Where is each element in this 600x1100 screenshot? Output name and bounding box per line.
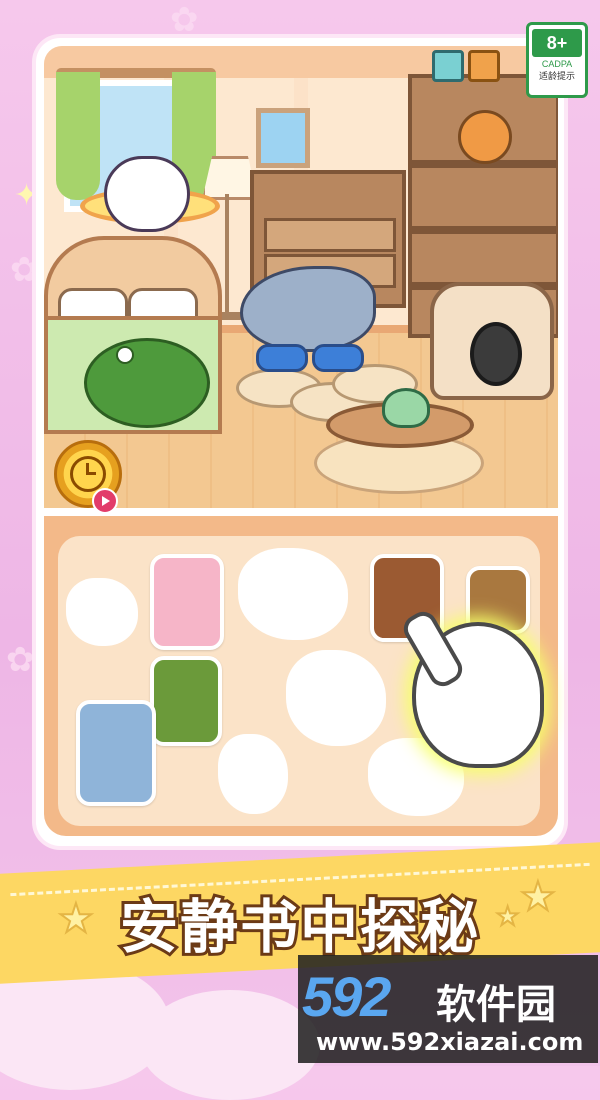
crocodile-character[interactable] (84, 338, 210, 428)
room-scene (44, 46, 558, 508)
lamp-pole (225, 194, 229, 314)
rating-tip: 适龄提示 (538, 72, 575, 82)
sticker-slot[interactable] (218, 734, 288, 814)
coffee-ballerina-sticker[interactable] (150, 554, 224, 650)
bunny-pattern-icon: ✿ (170, 0, 199, 40)
sticker-slot[interactable] (286, 650, 386, 746)
watermark-name: 软件园 (436, 982, 556, 1028)
sticker-slot[interactable] (238, 548, 348, 640)
curtain-left (56, 72, 100, 200)
teapot[interactable] (382, 388, 430, 428)
mountain-picture[interactable] (256, 108, 310, 168)
cloud (140, 990, 320, 1100)
orange-cat[interactable] (458, 110, 512, 164)
shelf-board (412, 226, 556, 234)
age-rating: 8+ (532, 29, 582, 57)
star-icon: ★ (519, 873, 557, 921)
rating-org: CADPA (541, 59, 573, 69)
video-play-icon[interactable] (92, 488, 118, 514)
bunny-pattern-icon: ✿ (10, 250, 39, 290)
star-icon: ★ (57, 895, 95, 943)
banner-title: 安静书中探秘 (117, 890, 481, 964)
tree-man-sticker[interactable] (150, 656, 222, 746)
blue-sneaker (312, 344, 364, 372)
watermark-number: 592 (302, 965, 391, 1028)
blue-sneaker (256, 344, 308, 372)
clock-face (70, 456, 106, 492)
cow-character[interactable] (104, 156, 190, 232)
sticker-slot[interactable] (66, 578, 138, 646)
potted-plant[interactable] (432, 50, 464, 82)
age-rating-badge: 8+ CADPA 适龄提示 (526, 22, 588, 98)
watermark-url: www.592xiazai.com (316, 1028, 584, 1056)
camel-fridge-sticker[interactable] (76, 700, 156, 806)
bunny-pattern-icon: ✿ (6, 640, 35, 680)
potted-plant[interactable] (468, 50, 500, 82)
tire-character[interactable] (470, 322, 522, 386)
crocodile-eye (116, 346, 134, 364)
dresser-drawer[interactable] (264, 218, 396, 252)
